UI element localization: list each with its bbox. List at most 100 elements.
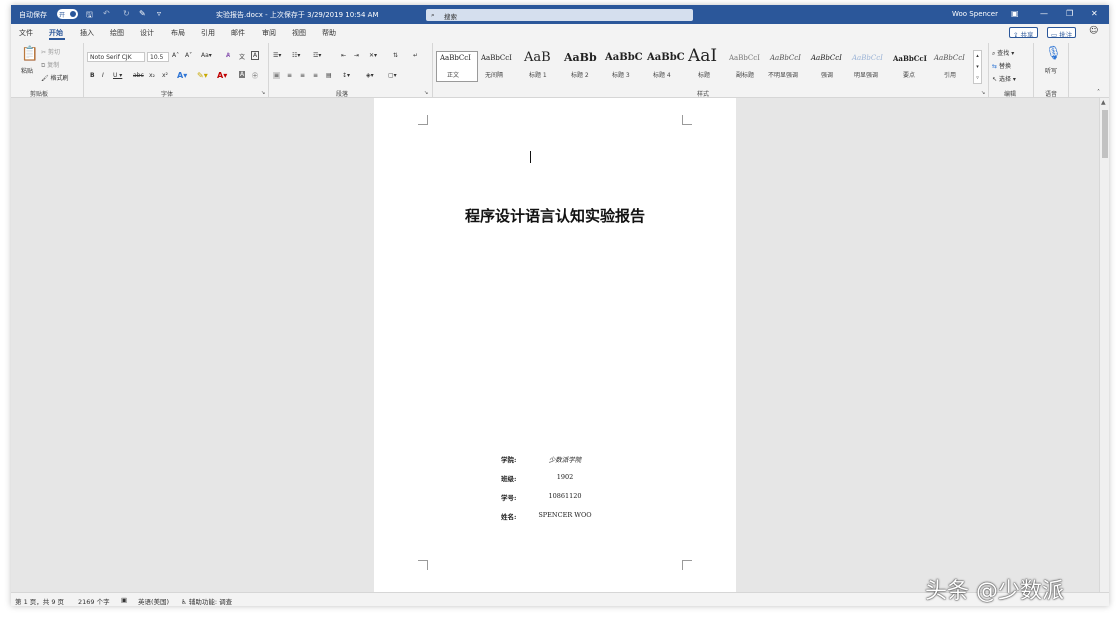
share-button[interactable]: ⇪ 共享: [1009, 27, 1038, 39]
align-center-icon[interactable]: ≡: [287, 72, 292, 79]
document-page[interactable]: 程序设计语言认知实验报告 学院: 少数派学院 班级: 1902 学号: 1086…: [374, 98, 736, 592]
style-title[interactable]: AaI: [688, 46, 717, 66]
sort-icon[interactable]: ⇅: [393, 52, 398, 59]
distributed-icon[interactable]: ▤: [326, 72, 332, 79]
tab-review[interactable]: 审阅: [262, 28, 276, 38]
info-value-student-id[interactable]: 10861120: [526, 492, 604, 500]
info-value-class[interactable]: 1902: [526, 473, 604, 481]
cut-button[interactable]: ✂ 剪切: [41, 47, 60, 56]
asian-layout-icon[interactable]: ✕▾: [369, 52, 377, 59]
document-title-text[interactable]: 程序设计语言认知实验报告: [374, 205, 736, 226]
style-strong[interactable]: AaBbCcI: [893, 54, 927, 63]
page-count[interactable]: 第 1 页，共 9 页: [15, 596, 64, 606]
info-value-college[interactable]: 少数派学院: [526, 454, 604, 464]
style-subtle-emphasis[interactable]: AaBbCcI: [770, 54, 801, 62]
styles-scroll-icon[interactable]: ▴ ▾ ▿: [973, 50, 982, 84]
style-heading-2[interactable]: AaBb: [564, 51, 597, 64]
phonetic-guide-icon[interactable]: 文: [239, 52, 245, 61]
grow-font-icon[interactable]: A˄: [172, 52, 179, 59]
bold-icon[interactable]: B: [90, 72, 95, 79]
style-heading-3[interactable]: AaBbC: [605, 52, 643, 63]
font-dialog-launcher-icon[interactable]: ↘: [261, 90, 265, 96]
microphone-icon[interactable]: 🎙: [1045, 46, 1062, 61]
numbering-icon[interactable]: ☷▾: [292, 52, 300, 59]
info-value-name[interactable]: SPENCER WOO: [526, 511, 604, 519]
scroll-up-icon[interactable]: ▲: [1101, 99, 1106, 106]
ribbon-display-icon[interactable]: ▣: [1011, 9, 1019, 18]
styles-dialog-launcher-icon[interactable]: ↘: [981, 90, 985, 96]
enclose-characters-icon[interactable]: ㊉: [252, 71, 258, 80]
superscript-icon[interactable]: x²: [162, 72, 168, 79]
style-quote[interactable]: AaBbCcI: [934, 54, 965, 62]
tab-layout[interactable]: 布局: [171, 28, 185, 38]
style-emphasis[interactable]: AaBbCcI: [811, 54, 842, 62]
justify-icon[interactable]: ≡: [313, 72, 318, 79]
find-button[interactable]: ⌕ 查找 ▾: [992, 48, 1014, 58]
vertical-scrollbar[interactable]: ▲: [1099, 98, 1109, 592]
style-heading-1[interactable]: AaB: [524, 50, 551, 65]
accessibility-status[interactable]: ♿ 辅助功能: 调查: [181, 596, 232, 606]
tab-help[interactable]: 帮助: [322, 28, 336, 38]
style-subtitle[interactable]: AaBbCcI: [729, 54, 760, 62]
tab-home[interactable]: 开始: [49, 28, 63, 38]
tab-references[interactable]: 引用: [201, 28, 215, 38]
redo-icon[interactable]: ↻: [123, 9, 130, 18]
customize-icon[interactable]: ▿: [157, 9, 161, 18]
increase-indent-icon[interactable]: ⇥: [354, 52, 359, 59]
info-label-student-id[interactable]: 学号:: [501, 492, 516, 502]
restore-icon[interactable]: ❐: [1066, 9, 1073, 18]
decrease-indent-icon[interactable]: ⇤: [341, 52, 346, 59]
tab-insert[interactable]: 插入: [80, 28, 94, 38]
select-button[interactable]: ↖ 选择 ▾: [992, 74, 1016, 83]
tab-file[interactable]: 文件: [19, 28, 33, 38]
strikethrough-icon[interactable]: abc: [133, 72, 144, 79]
show-marks-icon[interactable]: ↵: [413, 52, 418, 59]
shrink-font-icon[interactable]: A˅: [185, 52, 192, 59]
style-no-spacing[interactable]: AaBbCcI: [481, 54, 512, 62]
shading-icon[interactable]: ◈▾: [366, 72, 374, 79]
bullets-icon[interactable]: ☰▾: [273, 52, 281, 59]
paste-icon[interactable]: 📋: [21, 46, 38, 62]
tab-mailings[interactable]: 邮件: [231, 28, 245, 38]
info-label-college[interactable]: 学院:: [501, 454, 516, 464]
copy-button[interactable]: ⧉ 复制: [41, 60, 59, 70]
clear-formatting-icon[interactable]: A̷: [226, 52, 230, 59]
character-shading-icon[interactable]: A: [239, 71, 246, 78]
borders-icon[interactable]: ▢▾: [388, 72, 397, 79]
paste-button[interactable]: 粘贴: [21, 66, 33, 75]
save-icon[interactable]: 🖫: [86, 9, 93, 23]
style-normal[interactable]: AaBbCcI: [440, 54, 471, 62]
info-label-name[interactable]: 姓名:: [501, 511, 516, 521]
info-label-class[interactable]: 班级:: [501, 473, 516, 483]
close-icon[interactable]: ✕: [1091, 9, 1098, 18]
italic-icon[interactable]: I: [102, 72, 104, 79]
collapse-ribbon-icon[interactable]: ˄: [1097, 89, 1100, 96]
scrollbar-thumb[interactable]: [1102, 110, 1108, 158]
tab-view[interactable]: 视图: [292, 28, 306, 38]
undo-icon[interactable]: ↶: [103, 9, 110, 18]
tab-design[interactable]: 设计: [140, 28, 154, 38]
font-size-select[interactable]: 10.5: [147, 52, 169, 62]
multilevel-list-icon[interactable]: ☲▾: [313, 52, 321, 59]
replace-button[interactable]: ⇆ 替换: [992, 61, 1011, 70]
text-effects-icon[interactable]: A▾: [177, 71, 187, 80]
align-left-icon[interactable]: ≡: [273, 72, 281, 79]
user-name[interactable]: Woo Spencer: [952, 10, 998, 18]
font-color-icon[interactable]: A▾: [217, 71, 227, 80]
minimize-icon[interactable]: —: [1040, 9, 1048, 18]
style-heading-4[interactable]: AaBbC: [647, 52, 685, 63]
proofing-icon[interactable]: ▣: [121, 596, 127, 604]
line-spacing-icon[interactable]: ↕▾: [342, 72, 350, 79]
touch-mode-icon[interactable]: ✎: [139, 9, 146, 18]
highlight-icon[interactable]: ✎▾: [197, 71, 208, 80]
language-indicator[interactable]: 英语(美国): [138, 596, 169, 606]
align-right-icon[interactable]: ≡: [300, 72, 305, 79]
search-input[interactable]: ⌕ 搜索: [426, 9, 693, 21]
comments-button[interactable]: ▭ 批注: [1047, 27, 1077, 39]
autosave-toggle[interactable]: 开: [57, 9, 78, 19]
word-count[interactable]: 2169 个字: [78, 596, 110, 606]
underline-icon[interactable]: U ▾: [113, 72, 122, 79]
dictate-button[interactable]: 听写: [1045, 66, 1057, 75]
subscript-icon[interactable]: x₂: [149, 72, 155, 79]
format-painter-button[interactable]: 🖌 格式刷: [41, 73, 69, 82]
